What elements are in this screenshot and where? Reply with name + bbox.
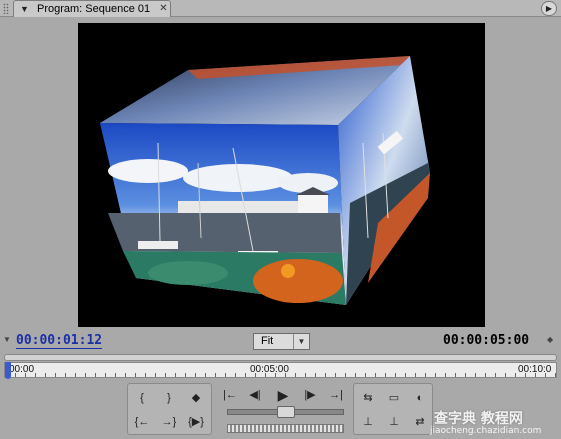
play-in-to-out-button[interactable]: {▶} xyxy=(185,413,207,431)
jog-dial[interactable] xyxy=(227,424,344,433)
go-to-in-button[interactable]: {← xyxy=(131,413,153,431)
extract-icon[interactable]: ⊥ xyxy=(383,413,405,431)
tab-program-monitor[interactable]: ▼ Program: Sequence 01 ✕ xyxy=(13,0,171,17)
time-ruler[interactable]: 00:00 00:05:00 00:10:0 xyxy=(4,362,557,379)
output-controls: ⇆ ▭ ◐ ⊥ ⊥ ⇄ xyxy=(353,383,433,435)
rotating-cube-preview xyxy=(100,56,430,305)
current-timecode[interactable]: 00:00:01:12 xyxy=(16,333,103,349)
shuttle-slider[interactable] xyxy=(227,406,344,418)
marker-icon: ▼ xyxy=(3,335,11,344)
chevron-down-icon[interactable]: ▼ xyxy=(293,334,309,349)
timecode-row: ▼ 00:00:01:12 Fit ▼ 00:00:05:00 ◆ xyxy=(0,330,561,352)
ruler-label-end: 00:10:0 xyxy=(518,364,552,375)
lift-icon[interactable]: ⊥ xyxy=(357,413,379,431)
program-monitor-viewer[interactable] xyxy=(78,23,485,327)
previous-marker-button[interactable]: |← xyxy=(219,386,241,404)
trim-icon[interactable]: ⇄ xyxy=(409,413,431,431)
output-icon[interactable]: ◐ xyxy=(409,389,431,407)
mark-in-button[interactable]: { xyxy=(131,389,153,407)
loop-icon[interactable]: ⇆ xyxy=(357,389,379,407)
step-back-button[interactable]: ◀| xyxy=(244,386,266,404)
next-marker-button[interactable]: →| xyxy=(325,386,347,404)
go-to-out-button[interactable]: →} xyxy=(158,413,180,431)
mark-out-button[interactable]: } xyxy=(158,389,180,407)
watermark-url: jiaocheng.chazidian.com xyxy=(430,426,542,436)
duration-timecode: 00:00:05:00 xyxy=(443,333,530,348)
shuttle-knob[interactable] xyxy=(277,406,295,418)
zoom-select[interactable]: Fit ▼ xyxy=(253,333,310,350)
resize-handle-icon[interactable]: ◆ xyxy=(547,335,553,344)
drag-grip-icon[interactable] xyxy=(3,3,9,14)
site-watermark: 查字典 教程网 jiaocheng.chazidian.com xyxy=(430,408,561,439)
marker-controls: { } ◆ {← →} {▶} xyxy=(127,383,212,435)
ruler-label-mid: 00:05:00 xyxy=(250,364,289,375)
set-marker-button[interactable]: ◆ xyxy=(185,389,207,407)
watermark-title: 查字典 教程网 xyxy=(434,411,523,427)
playhead[interactable] xyxy=(5,362,11,379)
ruler-label-start: 00:00 xyxy=(9,364,35,375)
panel-tab-bar: ▼ Program: Sequence 01 ✕ ▶ xyxy=(0,0,561,17)
tab-title: Program: Sequence 01 xyxy=(37,3,151,15)
play-button[interactable]: ▶ xyxy=(272,386,294,404)
safe-margins-icon[interactable]: ▭ xyxy=(383,389,405,407)
collapse-triangle-icon[interactable]: ▼ xyxy=(20,4,29,14)
timeline-zoom-scrollbar[interactable] xyxy=(4,354,557,361)
close-icon[interactable]: ✕ xyxy=(157,2,170,15)
zoom-select-value: Fit xyxy=(261,335,274,347)
step-forward-button[interactable]: |▶ xyxy=(299,386,321,404)
panel-menu-button[interactable]: ▶ xyxy=(541,1,557,16)
